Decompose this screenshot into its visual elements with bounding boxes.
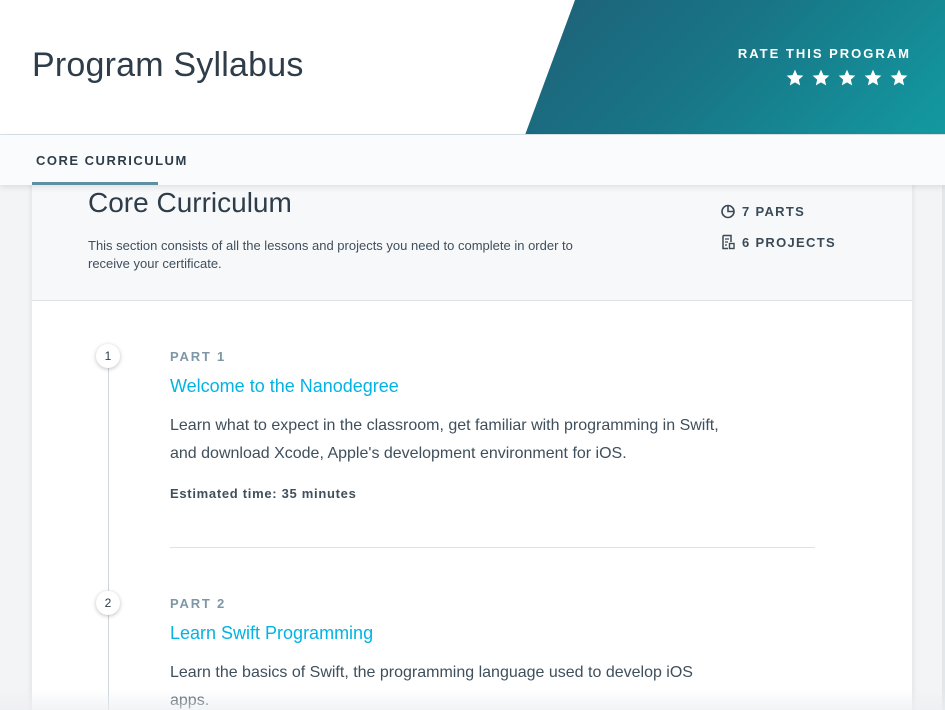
projects-count: 6 PROJECTS (720, 234, 836, 250)
star-icon[interactable] (785, 68, 805, 88)
projects-count-label: 6 PROJECTS (742, 234, 836, 250)
project-document-icon (722, 234, 735, 250)
core-curriculum-card: Core Curriculum This section consists of… (32, 170, 912, 710)
rate-program-label: RATE THIS PROGRAM (737, 46, 911, 61)
parts-count-label: 7 PARTS (742, 203, 806, 219)
rate-program-panel: RATE THIS PROGRAM (525, 0, 945, 134)
section-header: Core Curriculum This section consists of… (32, 170, 912, 301)
part-title-link[interactable]: Welcome to the Nanodegree (170, 376, 399, 397)
active-tab-indicator (32, 182, 158, 185)
section-title: Core Curriculum (88, 187, 292, 218)
tab-label: CORE CURRICULUM (36, 153, 188, 168)
pie-chart-icon (721, 204, 735, 219)
part-title-link[interactable]: Learn Swift Programming (170, 623, 373, 644)
section-description: This section consists of all the lessons… (88, 238, 573, 271)
syllabus-tabs: CORE CURRICULUM (0, 135, 945, 185)
rating-stars (785, 68, 909, 88)
star-icon[interactable] (811, 68, 831, 88)
star-icon[interactable] (863, 68, 883, 88)
star-icon[interactable] (837, 68, 857, 88)
part-label: PART 1 (170, 349, 227, 364)
part-label: PART 2 (170, 596, 227, 611)
part-description: Learn what to expect in the classroom, g… (170, 417, 719, 462)
part-number-badge: 1 (96, 344, 120, 368)
star-icon[interactable] (889, 68, 909, 88)
part-divider (170, 547, 815, 548)
timeline-line (108, 356, 109, 710)
part-description: Learn the basics of Swift, the programmi… (170, 664, 693, 709)
tab-core-curriculum[interactable]: CORE CURRICULUM (32, 135, 192, 185)
program-header: Program Syllabus RATE THIS PROGRAM (0, 0, 945, 135)
part-estimated-time: Estimated time: 35 minutes (170, 486, 357, 501)
parts-count: 7 PARTS (720, 203, 805, 219)
page-title: Program Syllabus (32, 46, 304, 84)
part-number-badge: 2 (96, 591, 120, 615)
